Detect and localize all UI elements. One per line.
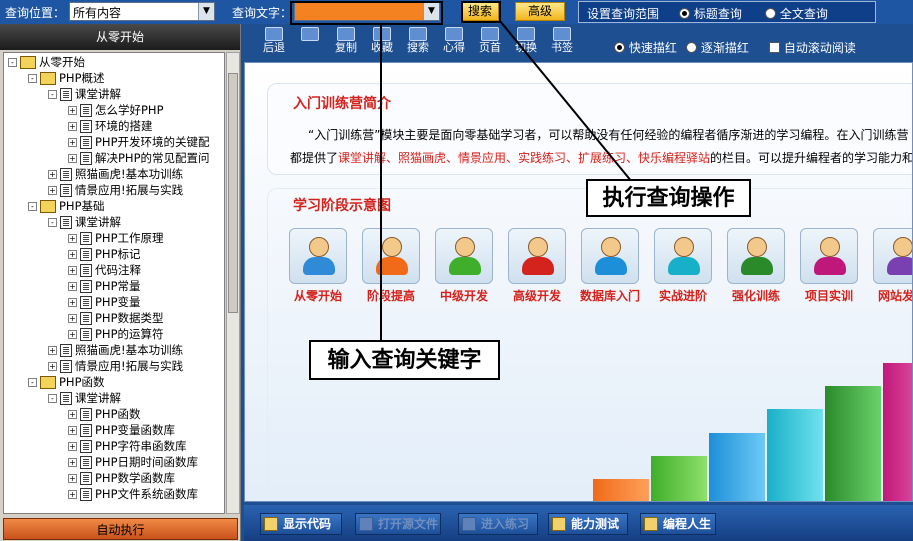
execute-query-callout: 执行查询操作 xyxy=(586,179,751,217)
search-callout-line xyxy=(499,20,633,183)
query-input-highlight xyxy=(290,1,443,25)
input-keyword-callout: 输入查询关键字 xyxy=(309,340,500,380)
annotation-arrows xyxy=(290,1,633,340)
search-button-highlight xyxy=(461,1,501,23)
